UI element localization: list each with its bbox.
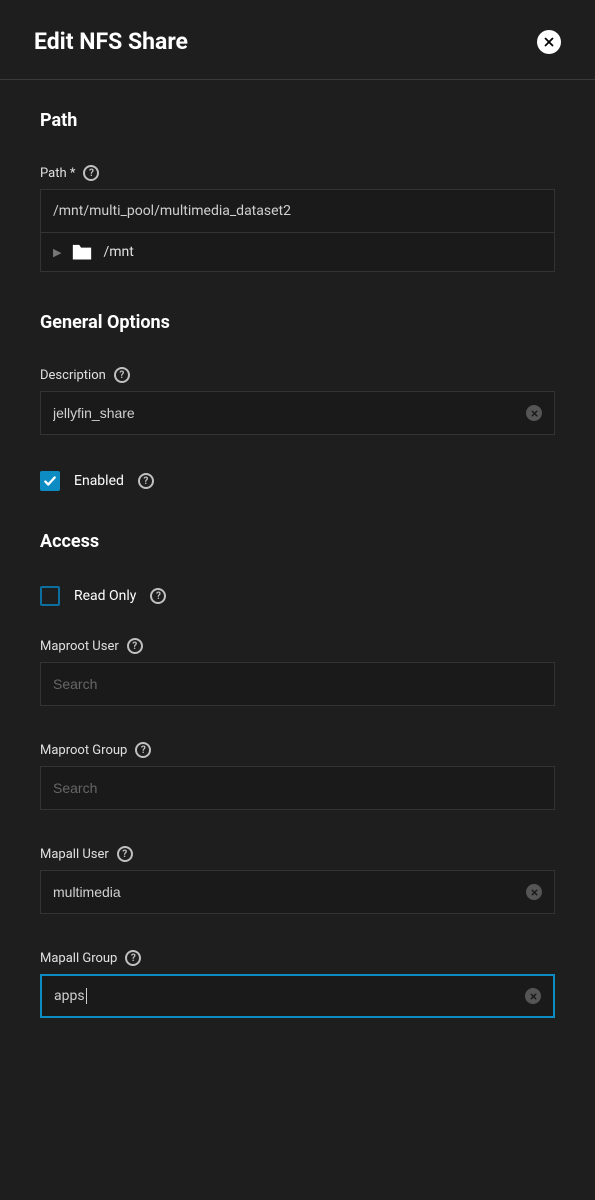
help-icon[interactable]: ? bbox=[117, 846, 133, 862]
mapall-group-input[interactable]: apps bbox=[40, 974, 555, 1018]
maproot-group-label: Maproot Group bbox=[40, 743, 127, 758]
folder-icon bbox=[71, 243, 93, 261]
path-field-label: Path * bbox=[40, 166, 75, 181]
maproot-user-field[interactable] bbox=[53, 663, 542, 705]
help-icon[interactable]: ? bbox=[127, 638, 143, 654]
enabled-row: Enabled ? bbox=[40, 471, 555, 491]
clear-icon[interactable] bbox=[526, 884, 542, 900]
read-only-checkbox[interactable] bbox=[40, 586, 60, 606]
clear-icon[interactable] bbox=[526, 405, 542, 421]
help-icon[interactable]: ? bbox=[138, 473, 154, 489]
mapall-user-input[interactable] bbox=[40, 870, 555, 914]
description-input-field[interactable] bbox=[53, 392, 526, 434]
enabled-label: Enabled bbox=[74, 473, 124, 489]
tree-root-label: /mnt bbox=[103, 244, 133, 260]
section-title-access: Access bbox=[40, 531, 555, 552]
mapall-group-value: apps bbox=[54, 988, 87, 1004]
enabled-checkbox[interactable] bbox=[40, 471, 60, 491]
section-title-path: Path bbox=[40, 110, 555, 131]
mapall-group-label: Mapall Group bbox=[40, 951, 117, 966]
help-icon[interactable]: ? bbox=[83, 165, 99, 181]
description-input[interactable] bbox=[40, 391, 555, 435]
path-tree-root[interactable]: ▶ /mnt bbox=[40, 233, 555, 272]
section-title-general: General Options bbox=[40, 312, 555, 333]
mapall-user-field[interactable] bbox=[53, 871, 526, 913]
help-icon[interactable]: ? bbox=[135, 742, 151, 758]
close-icon bbox=[542, 35, 556, 49]
help-icon[interactable]: ? bbox=[125, 950, 141, 966]
help-icon[interactable]: ? bbox=[150, 588, 166, 604]
maproot-group-input[interactable] bbox=[40, 766, 555, 810]
description-label: Description bbox=[40, 368, 106, 383]
clear-icon[interactable] bbox=[525, 988, 541, 1004]
path-input[interactable]: /mnt/multi_pool/multimedia_dataset2 bbox=[40, 189, 555, 233]
panel-title: Edit NFS Share bbox=[34, 28, 188, 55]
maproot-group-field[interactable] bbox=[53, 767, 542, 809]
path-value: /mnt/multi_pool/multimedia_dataset2 bbox=[53, 203, 291, 219]
expand-icon[interactable]: ▶ bbox=[53, 246, 61, 259]
maproot-user-input[interactable] bbox=[40, 662, 555, 706]
check-icon bbox=[43, 474, 57, 488]
close-button[interactable] bbox=[537, 30, 561, 54]
panel-header: Edit NFS Share bbox=[0, 0, 595, 80]
read-only-row: Read Only ? bbox=[40, 586, 555, 606]
maproot-user-label: Maproot User bbox=[40, 639, 119, 654]
mapall-user-label: Mapall User bbox=[40, 847, 109, 862]
read-only-label: Read Only bbox=[74, 588, 136, 604]
help-icon[interactable]: ? bbox=[114, 367, 130, 383]
